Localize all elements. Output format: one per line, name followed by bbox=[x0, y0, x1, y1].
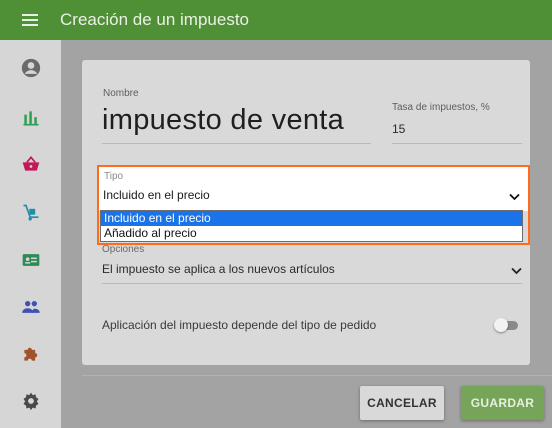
gear-icon bbox=[23, 392, 38, 411]
save-button[interactable]: GUARDAR bbox=[461, 386, 544, 420]
tipo-option-incluido[interactable]: Incluido en el precio bbox=[101, 211, 522, 226]
sidebar-item-customers[interactable] bbox=[0, 242, 61, 278]
opciones-label: Opciones bbox=[102, 244, 145, 255]
sidebar-item-account[interactable] bbox=[0, 50, 61, 86]
sidebar-item-settings[interactable] bbox=[0, 383, 61, 419]
rate-input[interactable]: 15 bbox=[392, 122, 405, 136]
name-label: Nombre bbox=[103, 88, 139, 99]
people-icon bbox=[21, 301, 40, 313]
tipo-option-anadido[interactable]: Añadido al precio bbox=[101, 226, 522, 241]
sidebar bbox=[0, 40, 61, 428]
toggle-thumb bbox=[494, 318, 508, 332]
menu-icon[interactable] bbox=[0, 0, 60, 40]
name-underline bbox=[102, 143, 371, 144]
puzzle-icon bbox=[23, 347, 37, 361]
sidebar-item-reports[interactable] bbox=[0, 100, 61, 136]
dependent-toggle[interactable] bbox=[494, 318, 522, 332]
tipo-value: Incluido en el precio bbox=[103, 188, 210, 202]
id-card-icon bbox=[22, 254, 39, 266]
cancel-button[interactable]: CANCELAR bbox=[360, 386, 444, 420]
sidebar-item-employees[interactable] bbox=[0, 289, 61, 325]
account-icon bbox=[21, 58, 40, 78]
chevron-down-icon bbox=[511, 267, 522, 275]
page-title: Creación de un impuesto bbox=[60, 10, 250, 29]
bar-chart-icon bbox=[23, 111, 38, 126]
footer-divider bbox=[82, 375, 552, 376]
tipo-dropdown-list: Incluido en el precio Añadido al precio bbox=[100, 210, 523, 242]
sidebar-item-inventory[interactable] bbox=[0, 195, 61, 231]
tipo-label: Tipo bbox=[104, 171, 124, 182]
sidebar-item-integrations[interactable] bbox=[0, 336, 61, 372]
dependent-label: Aplicación del impuesto depende del tipo… bbox=[102, 318, 377, 332]
opciones-select[interactable]: El impuesto se aplica a los nuevos artíc… bbox=[102, 262, 335, 276]
hand-truck-icon bbox=[23, 204, 38, 221]
rate-underline bbox=[392, 143, 522, 144]
name-input[interactable]: impuesto de venta bbox=[102, 104, 344, 137]
rate-label: Tasa de impuestos, % bbox=[392, 102, 490, 113]
basket-icon bbox=[22, 156, 39, 171]
app-bar: Creación de un impuesto bbox=[0, 0, 552, 40]
chevron-down-icon bbox=[509, 193, 520, 201]
sidebar-item-sales[interactable] bbox=[0, 146, 61, 182]
tipo-select[interactable]: Tipo Incluido en el precio bbox=[99, 167, 528, 211]
opciones-underline bbox=[102, 283, 522, 284]
